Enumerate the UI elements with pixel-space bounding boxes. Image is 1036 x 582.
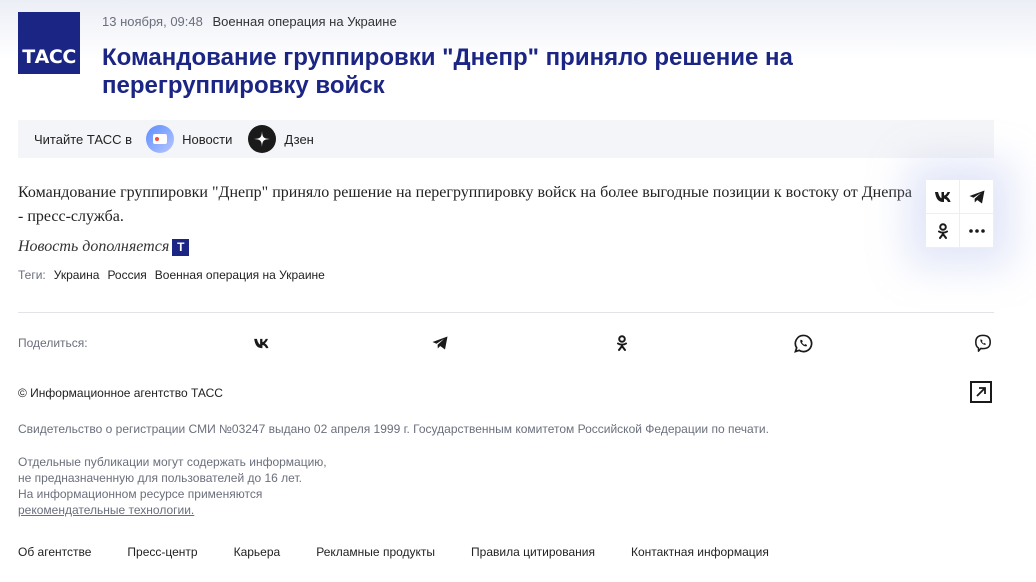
share-row-viber-button[interactable] <box>973 333 993 353</box>
yandex-news-icon <box>146 125 175 153</box>
share-row-telegram-button[interactable] <box>430 333 450 353</box>
dzen-icon <box>248 125 277 153</box>
footer-link-citation-rules[interactable]: Правила цитирования <box>471 545 595 559</box>
telegram-icon <box>969 190 984 203</box>
copyright-text: © Информационное агентство ТАСС <box>18 386 223 400</box>
vk-icon <box>934 191 951 202</box>
article-rubric-link[interactable]: Военная операция на Украине <box>212 14 396 29</box>
tass-t-badge: Т <box>172 238 190 256</box>
section-divider <box>18 312 994 313</box>
whatsapp-icon <box>793 334 812 353</box>
read-tass-label: Читайте ТАСС в <box>34 131 133 147</box>
arrow-up-right-icon <box>976 387 986 397</box>
article-meta: 13 ноября, 09:48 Военная операция на Укр… <box>102 14 397 29</box>
viber-icon <box>975 334 991 352</box>
footer-nav: Об агентстве Пресс-центр Карьера Рекламн… <box>18 545 805 559</box>
update-note: Новость дополняется Т <box>18 238 190 256</box>
odnoklassniki-icon <box>937 222 948 239</box>
footer-link-contacts[interactable]: Контактная информация <box>631 545 769 559</box>
tag-link[interactable]: Украина <box>54 268 100 282</box>
share-row-ok-button[interactable] <box>612 333 632 353</box>
vk-icon <box>253 338 268 348</box>
article-date: 13 ноября, 09:48 <box>102 14 203 29</box>
recommendation-tech-link[interactable]: рекомендательные технологии. <box>18 503 194 517</box>
share-label: Поделиться: <box>18 336 88 350</box>
tag-link[interactable]: Военная операция на Украине <box>155 268 325 282</box>
footer-link-press-center[interactable]: Пресс-центр <box>127 545 197 559</box>
share-row-whatsapp-button[interactable] <box>793 333 813 353</box>
odnoklassniki-icon <box>617 335 627 351</box>
registration-text: Свидетельство о регистрации СМИ №03247 в… <box>18 422 769 436</box>
share-ok-button[interactable] <box>926 214 960 248</box>
tass-logo[interactable]: ТАСС <box>18 12 80 74</box>
share-row: Поделиться: <box>18 333 994 353</box>
notice-line: Отдельные публикации могут содержать инф… <box>18 455 327 469</box>
logo-text: ТАСС <box>22 46 76 68</box>
tag-link[interactable]: Россия <box>107 268 146 282</box>
read-item-label: Новости <box>182 131 233 147</box>
article-title: Командование группировки "Днепр" приняло… <box>102 44 793 99</box>
footer-link-ad-products[interactable]: Рекламные продукты <box>316 545 435 559</box>
read-in-yandex-news[interactable]: Новости <box>146 125 232 153</box>
external-link-button[interactable] <box>970 381 992 403</box>
tags-list: Теги: Украина Россия Военная операция на… <box>18 268 333 282</box>
update-note-text: Новость дополняется <box>18 238 170 255</box>
share-more-button[interactable] <box>960 214 994 248</box>
share-vk-button[interactable] <box>926 180 960 214</box>
age-notice: Отдельные публикации могут содержать инф… <box>18 454 327 518</box>
read-tass-bar: Читайте ТАСС в Новости Дзен <box>18 120 994 158</box>
article-lead: Командование группировки "Днепр" приняло… <box>18 184 912 225</box>
telegram-icon <box>432 336 448 350</box>
read-in-dzen[interactable]: Дзен <box>248 125 314 153</box>
share-telegram-button[interactable] <box>960 180 994 214</box>
footer-link-about[interactable]: Об агентстве <box>18 545 91 559</box>
read-item-label: Дзен <box>284 131 314 147</box>
notice-line: На информационном ресурсе применяются <box>18 487 263 501</box>
share-row-vk-button[interactable] <box>251 333 271 353</box>
tags-label: Теги: <box>18 268 46 282</box>
floating-share-panel <box>926 180 994 248</box>
notice-line: не предназначенную для пользователей до … <box>18 471 302 485</box>
more-icon <box>968 228 985 233</box>
footer-link-career[interactable]: Карьера <box>234 545 281 559</box>
